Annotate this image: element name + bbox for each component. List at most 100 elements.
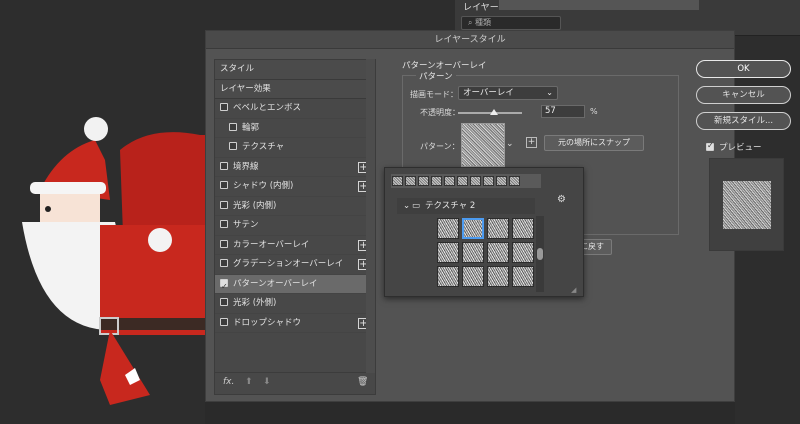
kind-filter-label: 種類 <box>475 18 492 27</box>
snap-to-origin-button[interactable]: 元の場所にスナップ <box>544 135 644 151</box>
new-style-button[interactable]: 新規スタイル... <box>696 112 791 130</box>
trash-icon[interactable]: 🗑 <box>357 377 368 387</box>
pattern-cell[interactable] <box>512 266 534 287</box>
effect-row[interactable]: 光彩 (内側) <box>215 197 375 216</box>
scroll-thumb[interactable] <box>537 248 543 260</box>
effect-row[interactable]: サテン <box>215 216 375 236</box>
effect-checkbox[interactable] <box>220 298 228 306</box>
blend-mode-value: オーバーレイ <box>463 88 514 98</box>
layer-kind-filter[interactable]: ⌕ 種類 <box>461 16 561 30</box>
effect-label: サテン <box>233 220 259 230</box>
opacity-label: 不透明度： <box>420 108 460 117</box>
effect-checkbox[interactable] <box>220 181 228 189</box>
effects-list-scrollbar[interactable] <box>366 59 375 373</box>
effects-list: スタイルレイヤー効果ベベルとエンボス 輪郭テクスチャ境界線 + シャドウ (内側) + 光… <box>214 59 376 395</box>
layers-tab[interactable]: レイヤー <box>463 0 499 13</box>
preview-swatch <box>723 181 771 229</box>
opacity-unit: % <box>590 107 598 116</box>
effect-label: テクスチャ <box>242 142 285 152</box>
pattern-folder-row[interactable]: ⌄ ▭ テクスチャ 2 <box>397 198 535 214</box>
effect-row[interactable]: パターンオーバーレイ <box>215 274 375 296</box>
recent-pattern-swatch[interactable] <box>483 176 494 186</box>
preview-checkbox-box[interactable] <box>706 141 714 151</box>
cancel-button[interactable]: キャンセル <box>696 86 791 104</box>
gear-icon[interactable]: ⚙ <box>557 194 566 205</box>
effects-list-footer: fx. ⬆ ⬇ 🗑 <box>215 372 375 394</box>
pattern-swatch[interactable] <box>461 123 505 167</box>
recent-pattern-swatch[interactable] <box>470 176 481 186</box>
recent-pattern-swatch[interactable] <box>496 176 507 186</box>
effect-checkbox[interactable] <box>220 220 228 228</box>
dialog-title: レイヤースタイル <box>206 31 734 49</box>
effect-row[interactable]: 輪郭 <box>215 119 375 138</box>
effect-checkbox[interactable] <box>220 317 228 326</box>
effect-checkbox[interactable] <box>229 122 237 131</box>
pattern-dropdown-caret-icon[interactable]: ⌄ <box>506 139 514 149</box>
effect-row[interactable]: ドロップシャドウ + <box>215 314 375 333</box>
effect-row[interactable]: ベベルとエンボス <box>215 99 375 119</box>
recent-pattern-swatch[interactable] <box>457 176 468 186</box>
recent-pattern-swatch[interactable] <box>444 176 455 186</box>
preview-label: プレビュー <box>719 143 762 153</box>
effect-label: パターンオーバーレイ <box>233 278 318 289</box>
opacity-slider-thumb[interactable] <box>490 109 499 115</box>
pattern-cell[interactable] <box>462 266 484 287</box>
effect-row[interactable]: 境界線 + <box>215 158 375 177</box>
pattern-cell[interactable] <box>437 218 459 239</box>
new-preset-plus-icon[interactable]: + <box>526 137 537 148</box>
effect-label: シャドウ (内側) <box>233 181 294 191</box>
recent-pattern-swatch[interactable] <box>392 176 403 186</box>
recent-pattern-swatch[interactable] <box>431 176 442 186</box>
effect-checkbox[interactable] <box>220 259 228 267</box>
recent-pattern-swatch[interactable] <box>509 176 520 186</box>
opacity-input[interactable]: 57 <box>541 105 585 118</box>
move-up-icon[interactable]: ⬆ <box>245 377 253 387</box>
effect-row[interactable]: テクスチャ <box>215 138 375 158</box>
blend-mode-select[interactable]: オーバーレイ ⌄ <box>458 86 558 100</box>
effect-checkbox[interactable] <box>220 103 228 111</box>
pattern-cell[interactable] <box>487 242 509 263</box>
pattern-picker-scrollbar[interactable] <box>536 216 544 292</box>
fx-button[interactable]: fx. <box>223 377 234 387</box>
effect-row[interactable]: グラデーションオーバーレイ + <box>215 255 375 275</box>
effect-label: 境界線 <box>233 161 259 172</box>
preview-checkbox[interactable]: プレビュー <box>706 141 762 153</box>
effect-checkbox[interactable] <box>220 239 228 248</box>
effect-row[interactable]: レイヤー効果 <box>215 79 375 99</box>
resize-grip-icon[interactable]: ◢ <box>571 286 576 294</box>
effect-row[interactable]: スタイル <box>215 60 375 80</box>
pattern-cell[interactable] <box>487 218 509 239</box>
effect-row[interactable]: 光彩 (外側) <box>215 294 375 314</box>
effect-checkbox[interactable] <box>229 142 237 150</box>
pattern-cell[interactable] <box>487 266 509 287</box>
recent-pattern-swatch[interactable] <box>418 176 429 186</box>
effect-row[interactable]: カラーオーバーレイ + <box>215 236 375 255</box>
blend-mode-label: 描画モード： <box>410 90 458 99</box>
move-down-icon[interactable]: ⬇ <box>263 377 271 387</box>
effect-label: スタイル <box>220 64 255 74</box>
effect-label: カラーオーバーレイ <box>233 239 310 250</box>
recent-pattern-swatch[interactable] <box>405 176 416 186</box>
effect-label: グラデーションオーバーレイ <box>233 259 344 269</box>
photoshop-window: レイヤー ⌕ 種類 レイヤースタイル スタイルレイヤー効果ベベルとエンボス 輪郭テ… <box>0 0 800 424</box>
effect-checkbox[interactable] <box>220 200 228 209</box>
effect-checkbox[interactable] <box>220 161 228 170</box>
search-icon: ⌕ <box>468 18 476 27</box>
pattern-cell[interactable] <box>462 242 484 263</box>
pattern-cell[interactable] <box>437 242 459 263</box>
effect-checkbox[interactable] <box>220 277 228 296</box>
group-title: パターン <box>416 70 456 82</box>
chevron-down-icon: ⌄ <box>546 88 553 97</box>
pattern-cell-selected[interactable] <box>462 218 484 239</box>
effect-label: レイヤー効果 <box>220 83 271 94</box>
pattern-cell[interactable] <box>512 218 534 239</box>
effect-row[interactable]: シャドウ (内側) + <box>215 177 375 197</box>
ok-button[interactable]: OK <box>696 60 791 78</box>
pattern-cell[interactable] <box>437 266 459 287</box>
pattern-label: パターン： <box>420 142 460 151</box>
effect-label: ドロップシャドウ <box>233 317 302 328</box>
effect-label: 光彩 (内側) <box>233 200 277 211</box>
pattern-folder-name: テクスチャ 2 <box>425 201 476 211</box>
pattern-grid <box>437 218 537 290</box>
pattern-cell[interactable] <box>512 242 534 263</box>
